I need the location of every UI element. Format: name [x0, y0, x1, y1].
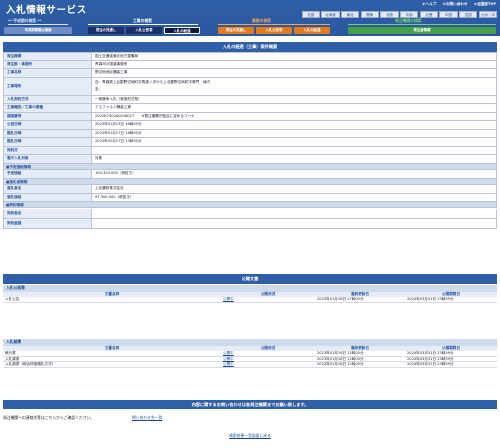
- contact-banner: 内容に関するお問い合わせは各発注機関までお願い致します。: [3, 400, 497, 409]
- koji-category-line: [88, 24, 198, 25]
- award-section-header: ■落札者情報: [3, 178, 497, 185]
- koji-category-label: 工事の検索: [133, 18, 152, 23]
- region-tab-shikoku[interactable]: 四国: [459, 11, 478, 18]
- detail-row-contract-method: 入札契約方式 一般競争入札（実施形式型）: [3, 95, 497, 104]
- detail-row-procurement-no: 調達番号 2022R2302A0018027 ※発注機関が独自に定めるコード: [3, 112, 497, 121]
- region-tab-kyushu[interactable]: 九州・沖縄: [478, 11, 497, 24]
- detail-row-orderer: 発注機関 国土交通省東北地方整備局: [3, 52, 497, 61]
- table-row: 入札調書（総合評価落札方式） 公開中 2023年01月18日 12時00分 20…: [3, 362, 497, 368]
- detail-heading: 入札の経過（工事）案件概要: [3, 42, 497, 52]
- detail-row-location: 工事場所 自：青森県上北郡野辺地町字馬渡ノ沢から上北郡野辺地町字鳴門 地内 至：: [3, 77, 497, 96]
- region-tab-hokuriku[interactable]: 北陸: [380, 11, 399, 18]
- detail-row-contract-date: 契約日: [3, 146, 497, 155]
- header-bar: 入札情報サービス ＊ヘルプ ＊お問い合わせ ＊全国版TOP 全国 北海道 東北 …: [0, 0, 500, 36]
- detail-row-office: 発注部・事務所 青森河川国道事務所: [3, 60, 497, 69]
- region-tabs: 全国 北海道 東北 関東 北陸 中部 近畿 中国 四国 九州・沖縄: [301, 11, 497, 24]
- location-to: 至：: [95, 87, 103, 91]
- detail-row-winner: 落札者名 上北舗設株式会社: [3, 185, 497, 194]
- heisei-category-line: [8, 24, 68, 25]
- region-tab-kinki[interactable]: 近畿: [419, 11, 438, 18]
- heisei-category-label: ** 平成期の検索 **: [8, 18, 42, 23]
- tab-gyomu-mitoshi[interactable]: 発注の見通し: [218, 26, 254, 34]
- tab-gyomu-koukoku[interactable]: 入札公告等: [256, 26, 292, 34]
- header-links: ＊ヘルプ ＊お問い合わせ ＊全国版TOP: [422, 2, 496, 7]
- region-tab-hokkaido[interactable]: 北海道: [321, 11, 340, 18]
- detail-row-e-bidding: 電子入札対象 対象: [3, 155, 497, 164]
- tab-koji-keika[interactable]: 入札の経過: [164, 26, 200, 34]
- region-tab-chugoku[interactable]: 中国: [439, 11, 458, 18]
- gyomu-category-line: [218, 24, 330, 25]
- back-to-results-link[interactable]: 検索結果一覧画面に戻る: [229, 433, 271, 438]
- table-row: 入札公告 公開中 2023年01月18日 17時00分 2024年03月31日 …: [3, 297, 497, 303]
- gyomu-category-label: 業務の検索: [252, 18, 271, 23]
- region-tab-chubu[interactable]: 中部: [400, 11, 419, 18]
- document-status-link[interactable]: 公開中: [223, 297, 234, 301]
- contact-list-link-wrap: 問い合わせ先一覧: [132, 415, 162, 421]
- tab-koji-mitoshi[interactable]: 発注の見通し: [88, 26, 124, 34]
- tab-gyomu-keika[interactable]: 入札の経過: [294, 26, 330, 34]
- document-status-link[interactable]: 公開中: [223, 351, 234, 355]
- hacchu-category-label: 発注機関の検索: [395, 18, 422, 23]
- region-tab-zenkoku[interactable]: 全国: [301, 11, 320, 18]
- tab-hacchu-joho[interactable]: 発注者情報: [348, 26, 496, 34]
- contact-list-link[interactable]: 問い合わせ先一覧: [132, 415, 162, 420]
- contact-note: 発注機関への連絡先等はこちらからご確認ください。: [3, 415, 95, 420]
- back-to-results-wrap: 検索結果一覧画面に戻る: [0, 433, 500, 439]
- detail-row-work-type: 工事種別／工事の業種 アスファルト舗装工事: [3, 104, 497, 113]
- document-status-link[interactable]: 公開中: [223, 357, 234, 361]
- detail-row-budget: 予定価格 100,320,000（税抜き）: [3, 170, 497, 179]
- detail-row-opening-date-2: 開札日時 2023年02月27日 13時30分: [3, 138, 497, 147]
- location-from: 自：青森県上北郡野辺地町字馬渡ノ沢から上北郡野辺地町字鳴門 地内: [95, 80, 210, 84]
- contract-section-header: ■契約情報: [3, 202, 497, 209]
- app-title: 入札情報サービス: [6, 5, 87, 16]
- detail-row-contract-amount: 契約金額: [3, 218, 497, 229]
- detail-row-work-name: 工事名称 野辺地地区舗装工事: [3, 69, 497, 78]
- contact-link[interactable]: ＊お問い合わせ: [442, 2, 467, 7]
- hacchu-category-line: [348, 24, 496, 25]
- documents-heading: 公開文書: [3, 274, 497, 284]
- region-tab-tohoku[interactable]: 東北: [341, 11, 360, 18]
- tab-koji-koukoku[interactable]: 入札公告等: [126, 26, 162, 34]
- document-status-link[interactable]: 公開中: [223, 362, 234, 366]
- detail-row-contractor: 契約者名: [3, 208, 497, 219]
- region-tab-kanto[interactable]: 関東: [360, 11, 379, 18]
- help-link[interactable]: ＊ヘルプ: [422, 2, 436, 7]
- national-top-link[interactable]: ＊全国版TOP: [473, 2, 496, 7]
- budget-section-header: ■予定価格情報: [3, 163, 497, 170]
- detail-row-winning-price: 落札価格 97,300,000（税抜き）: [3, 193, 497, 202]
- tab-heisei[interactable]: 平成期情報は検索: [4, 26, 72, 34]
- detail-row-announce-date: 公告日時 2023年01月23日 16時00分: [3, 121, 497, 130]
- detail-row-opening-date: 開札日時 2023年01月27日 16時00分: [3, 129, 497, 138]
